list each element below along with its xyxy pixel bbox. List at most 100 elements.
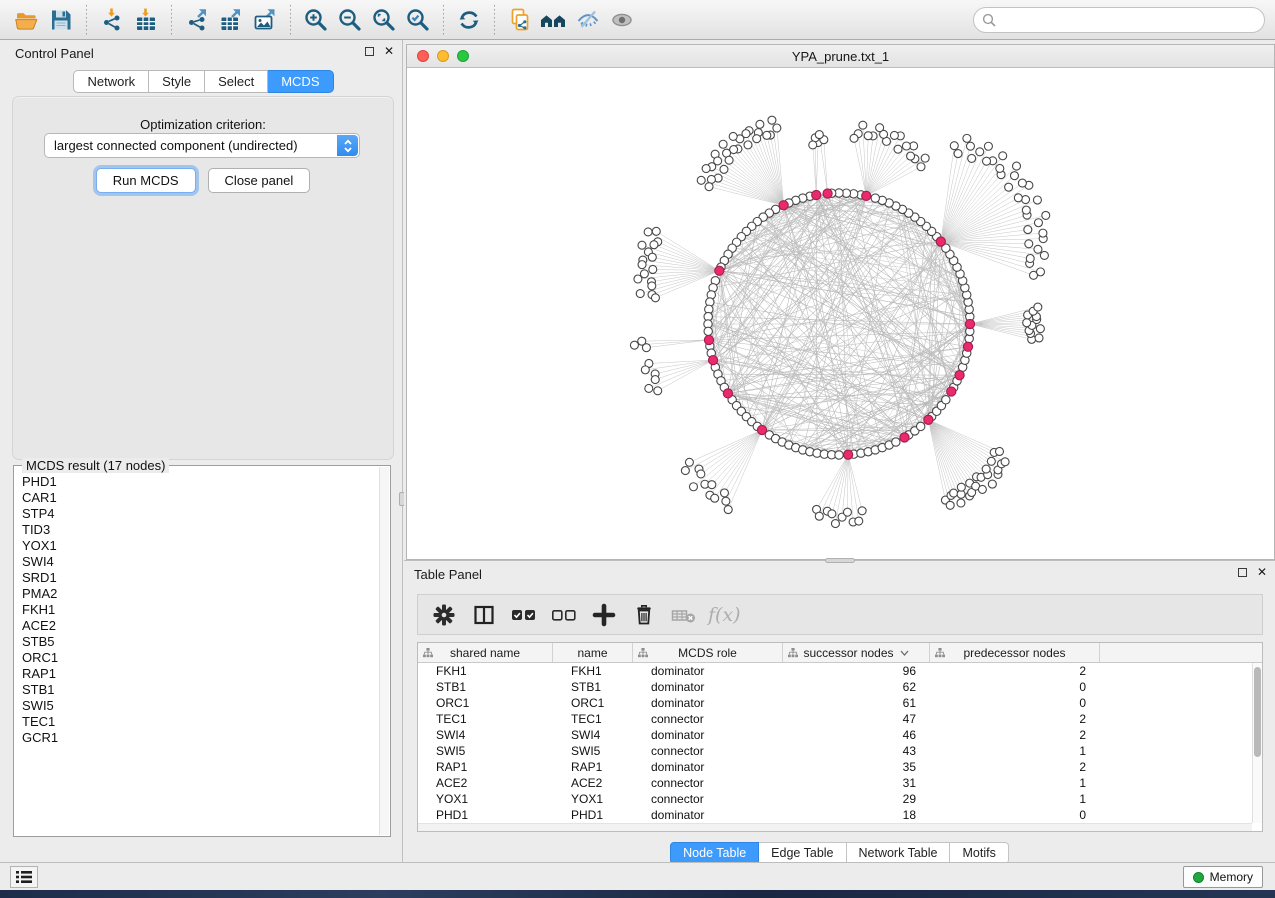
export-table-icon[interactable] [214,5,248,35]
table-row[interactable]: ORC1ORC1dominator610 [418,695,1252,711]
float-window-icon[interactable] [365,47,374,56]
criterion-dropdown[interactable]: largest connected component (undirected) [44,133,360,158]
mcds-result-item[interactable]: ACE2 [22,618,379,634]
column-header-MCDS-role[interactable]: MCDS role [633,643,783,662]
zoom-in-icon[interactable] [299,5,333,35]
mcds-result-item[interactable]: SWI4 [22,554,379,570]
tab-edge-table[interactable]: Edge Table [759,842,846,864]
table-cell: SWI4 [553,728,633,742]
mcds-result-item[interactable]: YOX1 [22,538,379,554]
column-header-predecessor-nodes[interactable]: predecessor nodes [930,643,1100,662]
tab-node-table[interactable]: Node Table [670,842,759,864]
table-cell: 2 [930,664,1100,678]
show-all-icon[interactable] [605,5,639,35]
close-panel-icon[interactable]: ✕ [384,47,394,56]
add-column-icon[interactable] [586,599,622,631]
table-panel-tabs: Node TableEdge TableNetwork TableMotifs [404,842,1275,864]
zoom-out-icon[interactable] [333,5,367,35]
table-vertical-scrollbar[interactable] [1252,663,1262,823]
table-cell: connector [633,744,783,758]
mcds-result-item[interactable]: GCR1 [22,730,379,746]
mcds-result-item[interactable]: STB1 [22,682,379,698]
task-history-button[interactable] [10,866,38,888]
tab-network[interactable]: Network [73,70,149,93]
mcds-result-item[interactable]: STP4 [22,506,379,522]
table-row[interactable]: ACE2ACE2connector311 [418,775,1252,791]
open-folder-icon[interactable] [10,5,44,35]
column-header-name[interactable]: name [553,643,633,662]
mcds-result-item[interactable]: FKH1 [22,602,379,618]
table-cell: TEC1 [418,712,553,726]
mcds-result-item[interactable]: TEC1 [22,714,379,730]
table-panel: Table Panel ✕ f(x) shared namenameMCDS r… [404,560,1275,862]
close-panel-button[interactable]: Close panel [208,168,311,193]
table-cell: 35 [783,760,930,774]
table-horizontal-scrollbar[interactable] [418,823,1252,831]
mcds-result-item[interactable]: SWI5 [22,698,379,714]
mcds-result-item[interactable]: TID3 [22,522,379,538]
function-builder-icon[interactable]: f(x) [706,604,741,626]
column-header-successor-nodes[interactable]: successor nodes [783,643,930,662]
mcds-list-scrollbar[interactable] [379,467,389,835]
tab-network-table[interactable]: Network Table [847,842,951,864]
zoom-fit-icon[interactable] [367,5,401,35]
search-input[interactable] [973,7,1265,33]
tab-style[interactable]: Style [149,70,205,93]
mcds-result-item[interactable]: SRD1 [22,570,379,586]
shared-column-icon [423,648,433,658]
hide-selected-icon[interactable] [571,5,605,35]
column-header-filler [1100,643,1262,662]
table-row[interactable]: YOX1YOX1connector291 [418,791,1252,807]
dropdown-stepper-icon [337,135,358,156]
network-canvas[interactable] [407,69,1274,559]
mcds-result-item[interactable]: STB5 [22,634,379,650]
table-cell: RAP1 [553,760,633,774]
table-cell: 47 [783,712,930,726]
delete-table-icon[interactable] [666,599,702,631]
column-header-shared-name[interactable]: shared name [418,643,553,662]
table-row[interactable]: STB1STB1dominator620 [418,679,1252,695]
zoom-selected-icon[interactable] [401,5,435,35]
import-table-icon[interactable] [129,5,163,35]
run-mcds-button[interactable]: Run MCDS [96,168,196,193]
table-row[interactable]: RAP1RAP1dominator352 [418,759,1252,775]
first-neighbors-icon[interactable] [537,5,571,35]
mcds-result-item[interactable]: PHD1 [22,474,379,490]
delete-column-icon[interactable] [626,599,662,631]
mcds-result-list: PHD1CAR1STP4TID3YOX1SWI4SRD1PMA2FKH1ACE2… [22,474,379,834]
scrollbar-thumb[interactable] [1254,667,1261,757]
mcds-result-item[interactable]: RAP1 [22,666,379,682]
copy-network-icon[interactable] [503,5,537,35]
table-cell: YOX1 [553,792,633,806]
network-window-titlebar: YPA_prune.txt_1 [407,45,1274,68]
mcds-result-item[interactable]: PMA2 [22,586,379,602]
mcds-result-item[interactable]: ORC1 [22,650,379,666]
table-row[interactable]: FKH1FKH1dominator962 [418,663,1252,679]
network-view-window: YPA_prune.txt_1 [406,44,1275,560]
table-row[interactable]: PHD1PHD1dominator180 [418,807,1252,823]
save-icon[interactable] [44,5,78,35]
export-network-icon[interactable] [180,5,214,35]
table-cell: dominator [633,680,783,694]
memory-button[interactable]: Memory [1183,866,1263,888]
table-row[interactable]: SWI5SWI5connector431 [418,743,1252,759]
select-all-icon[interactable] [506,599,542,631]
split-columns-icon[interactable] [466,599,502,631]
close-panel-icon[interactable]: ✕ [1257,568,1267,577]
gear-icon[interactable] [426,599,462,631]
tab-mcds[interactable]: MCDS [268,70,333,93]
import-network-icon[interactable] [95,5,129,35]
toolbar-separator [171,5,172,35]
export-image-icon[interactable] [248,5,282,35]
table-body: FKH1FKH1dominator962STB1STB1dominator620… [418,663,1252,823]
tab-motifs[interactable]: Motifs [950,842,1008,864]
deselect-all-icon[interactable] [546,599,582,631]
refresh-icon[interactable] [452,5,486,35]
mcds-result-item[interactable]: CAR1 [22,490,379,506]
tab-select[interactable]: Select [205,70,268,93]
memory-status-icon [1193,872,1204,883]
shared-column-icon [788,648,798,658]
float-window-icon[interactable] [1238,568,1247,577]
table-row[interactable]: TEC1TEC1connector472 [418,711,1252,727]
table-row[interactable]: SWI4SWI4dominator462 [418,727,1252,743]
